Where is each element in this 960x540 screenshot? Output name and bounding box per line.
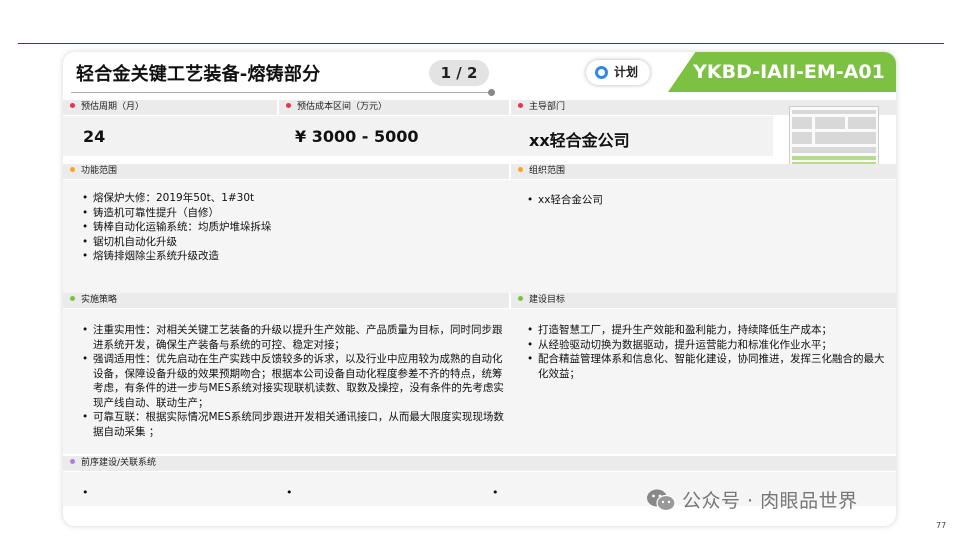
related-bullet: • [82,486,89,499]
goal-label-row: 建设目标 [511,293,896,308]
function-label: 功能范围 [81,166,118,176]
strategy-label: 实施策略 [81,295,118,305]
page-indicator[interactable]: 1 / 2 [429,60,489,86]
list-item: 可靠互联：根据实际情况MES系统同步跟进开发相关通讯接口，从而最大限度实现现场数… [80,410,510,439]
period-label: 预估周期（月） [81,102,145,112]
related-bullet: • [286,486,293,499]
status-plan-button[interactable]: 计划 [586,60,650,85]
cost-label: 预估成本区间（万元） [297,102,388,112]
org-list: xx轻合金公司 [525,193,885,208]
list-item: 注重实用性：对相关关键工艺装备的升级以提升生产效能、产品质量为目标，同时同步跟进… [80,323,510,352]
top-divider [18,43,944,44]
org-label-row: 组织范围 [511,164,896,179]
orange-dot-icon [518,167,523,172]
period-value: 24 [83,127,106,146]
related-bullet: • [492,486,499,499]
purple-dot-icon [70,459,75,464]
dept-value: xx轻合金公司 [529,131,630,150]
page-title: 轻合金关键工艺装备-熔铸部分 [76,64,321,85]
project-code-tab: YKBD-IAII-EM-A01 [668,52,896,92]
green-dot-icon [70,296,75,301]
red-dot-icon [70,103,75,108]
status-circle-icon [595,66,608,79]
function-label-row: 功能范围 [63,164,509,179]
red-dot-icon [286,103,291,108]
dept-label: 主导部门 [529,102,566,112]
goal-list: 打造智慧工厂，提升生产效能和盈利能力，持续降低生产成本； 从经验驱动切换为数据驱… [525,323,887,381]
list-item: 熔铸排烟除尘系统升级改造 [80,249,295,264]
list-item: 配合精益管理体系和信息化、智能化建设，协同推进，发挥三化融合的最大化效益； [525,352,887,381]
org-label: 组织范围 [529,166,566,176]
list-item: xx轻合金公司 [525,193,885,208]
wechat-icon [647,489,676,512]
orange-dot-icon [70,167,75,172]
list-item: 熔保炉大修：2019年50t、1#30t [80,191,295,206]
list-item: 从经验驱动切换为数据驱动，提升运营能力和标准化作业水平； [525,338,887,353]
list-item: 铸造机可靠性提升（自修） [80,206,295,221]
status-plan-label: 计划 [614,65,639,79]
green-dot-icon [518,296,523,301]
red-dot-icon [518,103,523,108]
list-item: 强调适用性：优先启动在生产实践中反馈较多的诉求，以及行业中应用较为成熟的自动化设… [80,352,510,410]
page-number: 77 [936,521,947,530]
strategy-list: 注重实用性：对相关关键工艺装备的升级以提升生产效能、产品质量为目标，同时同步跟进… [80,323,510,439]
layout-thumbnail [789,106,879,166]
period-label-row: 预估周期（月） [63,100,277,115]
underline-dot [488,89,495,96]
list-item: 打造智慧工厂，提升生产效能和盈利能力，持续降低生产成本； [525,323,887,338]
list-item: 锯切机自动化升级 [80,235,295,250]
list-item: 铸棒自动化运输系统：均质炉堆垛拆垛 [80,220,295,235]
related-label-row: 前序建设/关联系统 [63,456,896,471]
watermark-text: 公众号 · 肉眼品世界 [682,490,858,512]
cost-label-row: 预估成本区间（万元） [279,100,509,115]
strategy-label-row: 实施策略 [63,293,509,308]
cost-value: ¥ 3000 - 5000 [295,127,419,146]
function-list: 熔保炉大修：2019年50t、1#30t 铸造机可靠性提升（自修） 铸棒自动化运… [80,191,295,264]
project-card: 轻合金关键工艺装备-熔铸部分 1 / 2 计划 YKBD-IAII-EM-A01… [63,52,896,526]
related-label: 前序建设/关联系统 [81,458,157,468]
goal-label: 建设目标 [529,295,566,305]
title-underline [71,92,491,93]
